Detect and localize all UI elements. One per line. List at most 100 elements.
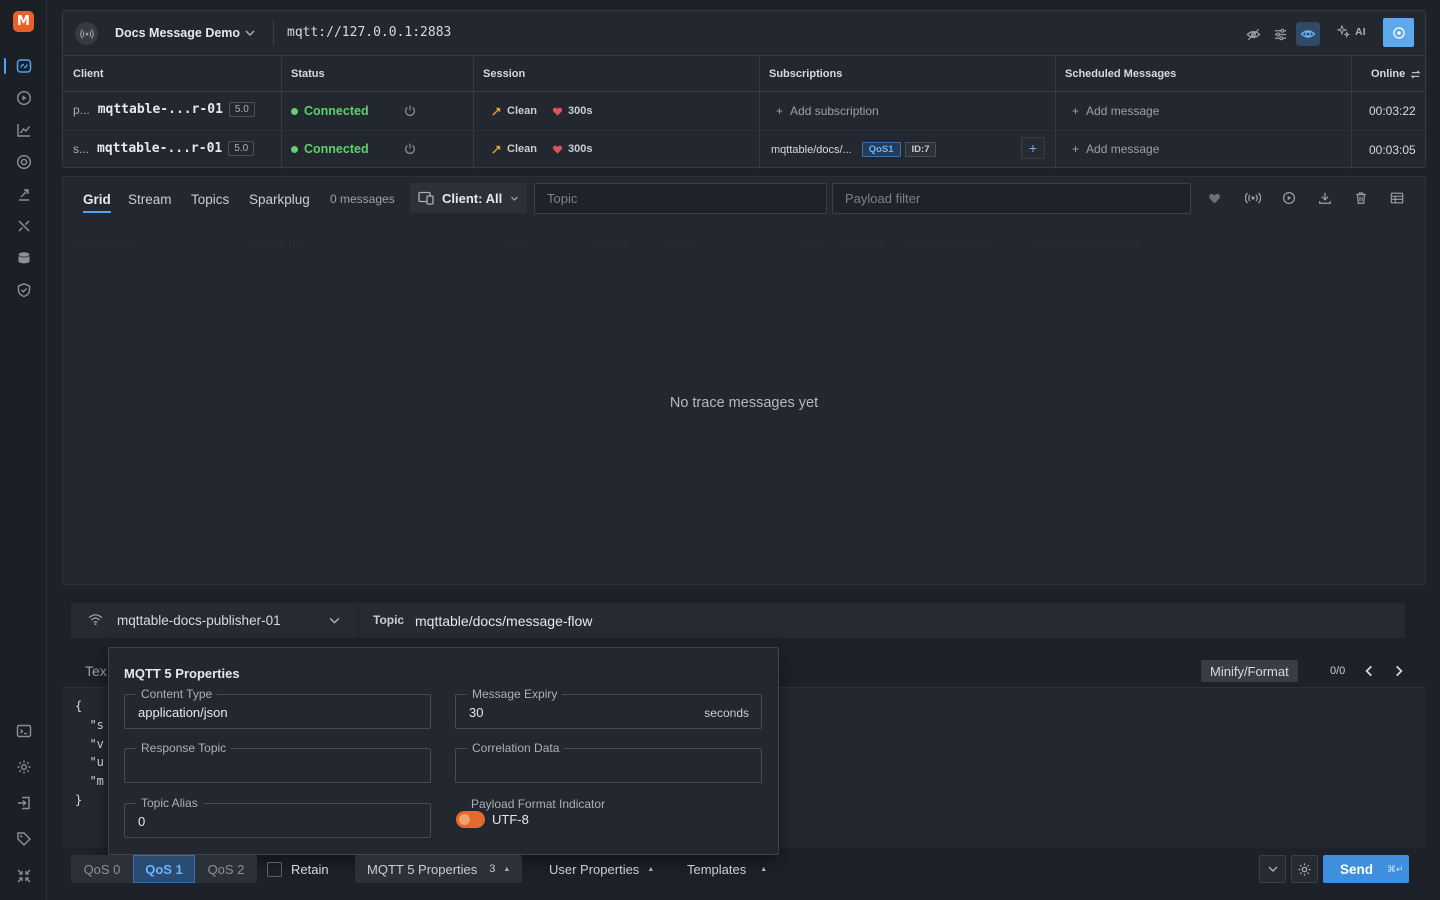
add-message-label: Add message xyxy=(1086,104,1160,118)
eye-icon[interactable] xyxy=(1296,22,1320,46)
connection-selector[interactable]: Docs Message Demo xyxy=(115,26,240,40)
publish-header: mqttable-docs-publisher-01 Topic mqttabl… xyxy=(71,603,1405,638)
connections-icon[interactable] xyxy=(12,54,36,78)
tag-icon[interactable] xyxy=(12,827,36,851)
status-label: Connected xyxy=(304,142,369,156)
client-filter-label: Client: All xyxy=(442,190,503,206)
broadcast-filter-icon[interactable] xyxy=(1243,188,1263,208)
tab-stream[interactable]: Stream xyxy=(128,192,172,207)
session-clean: Clean xyxy=(507,143,537,155)
script-icon[interactable] xyxy=(12,182,36,206)
record-icon[interactable] xyxy=(1279,188,1299,208)
settings-icon[interactable] xyxy=(12,755,36,779)
subscription-id-badge: ID:7 xyxy=(904,142,937,157)
caret-up-icon: ▲ xyxy=(760,865,768,873)
sparkle-icon xyxy=(1337,25,1350,38)
download-icon[interactable] xyxy=(1315,188,1335,208)
add-message-link[interactable]: + Add message xyxy=(1072,142,1159,156)
status-label: Connected xyxy=(304,104,369,118)
qos-1-option[interactable]: QoS 1 xyxy=(133,855,195,883)
mqtt5-properties-button[interactable]: MQTT 5 Properties 3 ▲ xyxy=(355,855,523,883)
qos-0-option[interactable]: QoS 0 xyxy=(71,855,133,883)
format-tab-text[interactable]: Tex xyxy=(85,663,107,679)
templates-button[interactable]: Templates ▲ xyxy=(675,855,779,883)
content-type-field[interactable]: Content Type application/json xyxy=(124,687,431,729)
table-view-icon[interactable] xyxy=(1387,188,1407,208)
send-button[interactable]: Send ⌘↵ xyxy=(1323,855,1409,883)
table-row-client[interactable]: p... mqttable-...r-01 5.0 xyxy=(73,102,255,117)
field-label: Content Type xyxy=(136,687,218,701)
shield-icon[interactable] xyxy=(12,278,36,302)
session-clean: Clean xyxy=(507,105,537,117)
target-button[interactable] xyxy=(1383,18,1414,47)
add-subscription-button[interactable]: + xyxy=(1021,137,1045,159)
table-row-client[interactable]: s... mqttable-...r-01 5.0 xyxy=(73,141,255,156)
run-icon[interactable] xyxy=(12,86,36,110)
code-line: "m xyxy=(75,774,104,788)
chevron-down-icon[interactable] xyxy=(244,27,256,39)
power-icon[interactable] xyxy=(403,142,417,156)
publish-topic-input[interactable]: mqttable/docs/message-flow xyxy=(415,613,592,629)
qos-selector: QoS 0 QoS 1 QoS 2 xyxy=(71,855,257,883)
mqtt5-properties-label: MQTT 5 Properties xyxy=(367,861,478,877)
templates-label: Templates xyxy=(687,861,747,877)
analytics-icon[interactable] xyxy=(12,118,36,142)
client-filter-select[interactable]: Client: All xyxy=(410,183,527,213)
publish-settings-button[interactable] xyxy=(1291,855,1318,883)
publisher-client-select[interactable]: mqttable-docs-publisher-01 xyxy=(117,613,281,628)
caret-up-icon: ▲ xyxy=(503,865,511,873)
code-line: "v xyxy=(75,737,104,751)
add-message-link[interactable]: + Add message xyxy=(1072,104,1159,118)
trash-icon[interactable] xyxy=(1351,188,1371,208)
payload-filter-input[interactable]: Payload filter xyxy=(832,183,1191,214)
chevron-down-icon[interactable] xyxy=(328,614,341,627)
database-icon[interactable] xyxy=(12,246,36,270)
keepalive-value: 300s xyxy=(567,105,593,117)
add-subscription-link[interactable]: + Add subscription xyxy=(776,104,879,118)
code-line: } xyxy=(75,793,83,807)
send-options-button[interactable] xyxy=(1259,855,1286,883)
send-shortcut: ⌘↵ xyxy=(1387,863,1404,874)
ai-label: AI xyxy=(1355,25,1366,38)
tools-icon[interactable] xyxy=(12,214,36,238)
message-expiry-field[interactable]: Message Expiry 30 seconds xyxy=(455,687,762,729)
qos-2-option[interactable]: QoS 2 xyxy=(195,855,257,883)
subscription-item[interactable]: mqttable/docs/... QoS1 ID:7 xyxy=(771,142,937,157)
keepalive-value: 300s xyxy=(567,143,593,155)
heart-filter-icon[interactable] xyxy=(1204,188,1224,208)
login-icon[interactable] xyxy=(12,791,36,815)
support-icon[interactable] xyxy=(12,150,36,174)
user-properties-button[interactable]: User Properties ▲ xyxy=(537,855,666,883)
sliders-icon[interactable] xyxy=(1268,22,1292,46)
power-icon[interactable] xyxy=(403,104,417,118)
correlation-data-field[interactable]: Correlation Data xyxy=(455,741,762,783)
eye-off-icon[interactable] xyxy=(1241,22,1265,46)
response-topic-field[interactable]: Response Topic xyxy=(124,741,431,783)
retain-checkbox[interactable] xyxy=(267,861,282,877)
col-divider xyxy=(473,57,474,169)
prev-match-icon[interactable] xyxy=(1362,664,1376,678)
minify-format-button[interactable]: Minify/Format xyxy=(1201,660,1298,682)
trace-panel: Grid Stream Topics Sparkplug 0 messages … xyxy=(62,176,1426,585)
search-count: 0/0 xyxy=(1330,665,1346,677)
tab-grid[interactable]: Grid xyxy=(83,192,111,207)
grid-header-ghost: RETAIN xyxy=(844,240,883,251)
col-online[interactable]: Online xyxy=(1371,68,1421,80)
collapse-icon[interactable] xyxy=(12,864,36,888)
user-properties-label: User Properties xyxy=(549,861,640,877)
grid-header-ghost: TOPIC xyxy=(666,240,698,251)
grid-header-ghost: ROUTE xyxy=(591,240,628,251)
retain-toggle[interactable]: Retain xyxy=(267,855,329,883)
topic-filter-input[interactable]: Topic xyxy=(534,183,827,214)
tab-topics[interactable]: Topics xyxy=(191,192,229,207)
next-match-icon[interactable] xyxy=(1392,664,1406,678)
broom-icon xyxy=(492,144,501,154)
terminal-icon[interactable] xyxy=(12,719,36,743)
topic-alias-field[interactable]: Topic Alias 0 xyxy=(124,796,431,838)
heart-icon xyxy=(552,107,563,116)
tab-sparkplug[interactable]: Sparkplug xyxy=(249,192,310,207)
col-session: Session xyxy=(483,68,526,80)
payload-format-toggle[interactable] xyxy=(456,811,485,828)
ai-button[interactable]: AI xyxy=(1337,25,1366,38)
col-client: Client xyxy=(73,68,104,80)
